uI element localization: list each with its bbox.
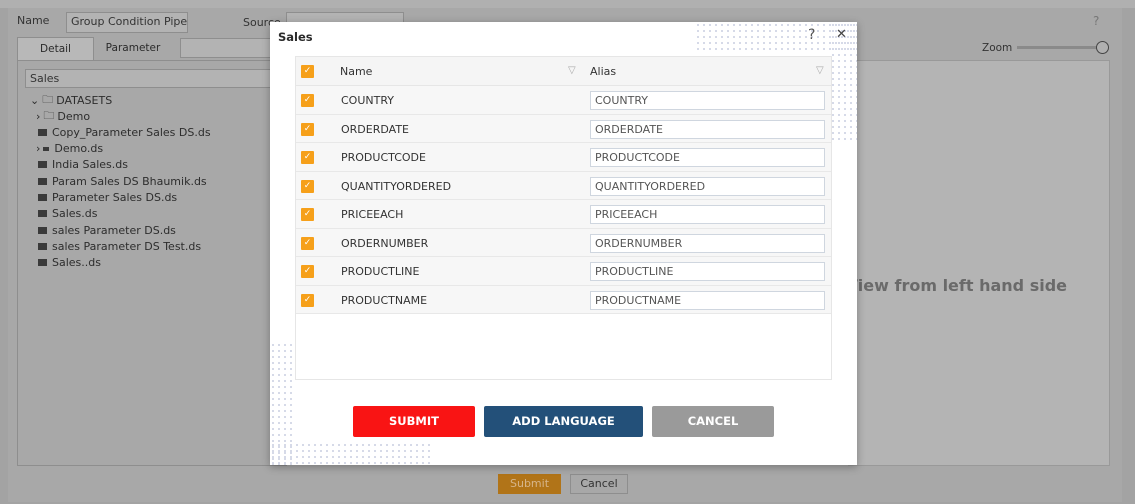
column-name: PRICEEACH [341, 208, 404, 221]
tab-detail[interactable]: Detail [17, 37, 94, 61]
chevron-right-icon: › [36, 142, 41, 156]
help-icon[interactable]: ? [1093, 14, 1099, 28]
alias-input[interactable]: ORDERNUMBER [590, 233, 825, 253]
filter-icon[interactable]: ▽ [816, 65, 824, 76]
alias-input[interactable]: PRODUCTLINE [590, 262, 825, 281]
tree-root-datasets[interactable]: ⌄ 🗀 DATASETS [30, 92, 112, 108]
tree-item[interactable]: › 🗀 Demo [36, 108, 90, 124]
alias-column-header: Alias [590, 65, 617, 78]
table-row: ✓ ORDERNUMBER ORDERNUMBER [296, 228, 831, 257]
row-checkbox[interactable]: ✓ [301, 293, 314, 307]
tab-parameter[interactable]: Parameter [95, 37, 171, 61]
tree-item[interactable]: Copy_Parameter Sales DS.ds [38, 124, 211, 140]
column-name: QUANTITYORDERED [341, 179, 452, 193]
alias-input[interactable]: PRODUCTCODE [590, 148, 825, 167]
alias-input[interactable]: COUNTRY [590, 91, 825, 110]
row-checkbox[interactable]: ✓ [301, 236, 314, 250]
column-name: PRODUCTCODE [341, 151, 426, 164]
zoom-slider-handle[interactable] [1096, 41, 1109, 54]
filter-icon[interactable]: ▽ [568, 65, 576, 76]
row-checkbox[interactable]: ✓ [301, 151, 314, 164]
table-row: ✓ PRODUCTLINE PRODUCTLINE [296, 257, 831, 286]
dataset-icon [38, 210, 47, 218]
tree-item[interactable]: Param Sales DS Bhaumik.ds [38, 173, 207, 189]
dataset-search-input[interactable]: Sales [25, 69, 287, 88]
chevron-down-icon: ⌄ [30, 93, 40, 107]
zoom-slider-track[interactable] [1017, 46, 1103, 49]
dataset-icon [38, 161, 47, 169]
column-name: PRODUCTLINE [341, 265, 420, 278]
table-row: ✓ PRODUCTCODE PRODUCTCODE [296, 143, 831, 172]
table-row: ✓ PRICEEACH PRICEEACH [296, 200, 831, 229]
name-label: Name [17, 14, 50, 27]
top-bar [0, 0, 1135, 8]
table-row: ✓ ORDERDATE ORDERDATE [296, 114, 831, 143]
dialog-title: Sales [278, 30, 313, 44]
dataset-icon [38, 128, 47, 136]
dataset-icon [38, 226, 47, 234]
tree-item[interactable]: sales Parameter DS.ds [38, 222, 176, 238]
name-column-header: Name [340, 65, 373, 78]
design-canvas [848, 60, 1110, 466]
tree-item[interactable]: sales Parameter DS Test.ds [38, 238, 201, 254]
tree-item[interactable]: › Demo.ds [36, 141, 103, 157]
form-cancel-button[interactable]: Cancel [570, 474, 628, 494]
tree-item[interactable]: Parameter Sales DS.ds [38, 190, 177, 206]
dataset-icon [38, 242, 47, 250]
alias-input[interactable]: ORDERDATE [590, 119, 825, 139]
dialog-submit-button[interactable]: SUBMIT [353, 406, 475, 437]
decorative-dots [270, 442, 430, 465]
form-submit-button[interactable]: Submit [498, 474, 561, 494]
alias-input[interactable]: PRICEEACH [590, 205, 825, 224]
sales-columns-dialog: Sales ? ✕ ✓ Name ▽ Alias ▽ ✓ COUNTRY COUNT… [270, 22, 857, 465]
parameter-input[interactable] [180, 38, 280, 58]
column-name: COUNTRY [341, 94, 394, 107]
folder-icon: 🗀 [43, 108, 55, 122]
table-row: ✓ PRODUCTNAME PRODUCTNAME [296, 285, 831, 314]
row-checkbox[interactable]: ✓ [301, 94, 314, 107]
select-all-checkbox[interactable]: ✓ [301, 65, 314, 78]
name-input[interactable]: Group Condition Pipel [66, 12, 188, 33]
row-checkbox[interactable]: ✓ [301, 179, 314, 193]
tree-item[interactable]: Sales..ds [38, 255, 101, 271]
canvas-empty-message: r View from left hand side [832, 276, 1067, 295]
zoom-label: Zoom [982, 42, 1013, 54]
row-checkbox[interactable]: ✓ [301, 208, 314, 221]
table-row: ✓ COUNTRY COUNTRY [296, 86, 831, 115]
close-icon[interactable]: ✕ [836, 27, 847, 42]
row-checkbox[interactable]: ✓ [301, 122, 314, 136]
dataset-icon [38, 177, 47, 185]
dataset-icon [38, 194, 47, 201]
chevron-right-icon: › [36, 109, 41, 123]
grid-header: ✓ Name ▽ Alias ▽ [296, 57, 831, 86]
table-row: ✓ QUANTITYORDERED QUANTITYORDERED [296, 171, 831, 200]
column-name: ORDERDATE [341, 122, 409, 136]
column-name: PRODUCTNAME [341, 293, 428, 307]
column-name: ORDERNUMBER [341, 236, 429, 250]
alias-input[interactable]: QUANTITYORDERED [590, 176, 825, 196]
dataset-icon [38, 259, 47, 267]
tree-item[interactable]: Sales.ds [38, 206, 98, 222]
tree-item[interactable]: India Sales.ds [38, 157, 128, 173]
columns-grid: ✓ Name ▽ Alias ▽ ✓ COUNTRY COUNTRY ✓ ORDERDA… [295, 56, 832, 380]
dialog-cancel-button[interactable]: CANCEL [652, 406, 774, 437]
dataset-icon [43, 146, 50, 151]
dialog-help-icon[interactable]: ? [808, 27, 815, 43]
row-checkbox[interactable]: ✓ [301, 265, 314, 278]
alias-input[interactable]: PRODUCTNAME [590, 290, 825, 310]
add-language-column-button[interactable]: ADD LANGUAGE COLUMN [484, 406, 643, 459]
